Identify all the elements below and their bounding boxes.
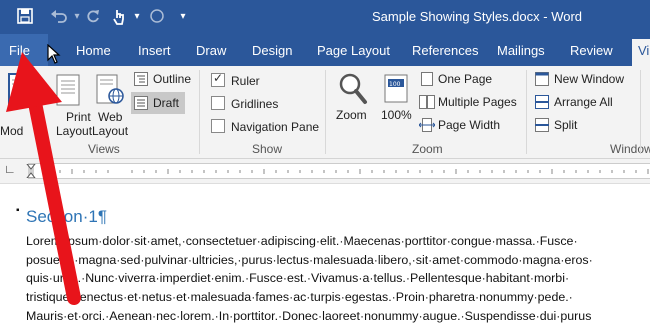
tab-design[interactable]: Design bbox=[252, 43, 292, 58]
group-divider bbox=[526, 70, 527, 154]
ruler-checkbox[interactable]: Ruler bbox=[211, 71, 260, 88]
body-paragraph[interactable]: Lorem·ipsum·dolor·sit·amet,·consectetuer… bbox=[26, 232, 650, 326]
paragraph-mark-bullet: ▪ bbox=[16, 205, 20, 216]
paragraph-line: tristique·senectus·et·netus·et·malesuada… bbox=[26, 290, 573, 305]
paragraph-line: Mauris·et·orci.·Aenean·nec·lorem.·In·por… bbox=[26, 308, 592, 323]
paragraph-line: quis·urna.·Nunc·viverra·imperdiet·enim.·… bbox=[26, 271, 570, 286]
zoom-button[interactable]: Zoom bbox=[336, 108, 367, 122]
save-icon[interactable] bbox=[16, 8, 34, 26]
paragraph-line: posuere,·magna·sed·pulvinar·ultricies,·p… bbox=[26, 252, 593, 267]
document-title: Sample Showing Styles.docx - Word bbox=[372, 9, 583, 24]
checkbox-icon[interactable] bbox=[211, 119, 225, 133]
chevron-down-icon[interactable]: ▾ bbox=[128, 8, 146, 26]
new-window-button[interactable]: New Window bbox=[554, 72, 624, 86]
tab-file[interactable]: File bbox=[0, 34, 48, 66]
page-width-icon bbox=[419, 118, 435, 132]
arrange-all-button[interactable]: Arrange All bbox=[554, 95, 613, 109]
tab-insert[interactable]: Insert bbox=[138, 43, 171, 58]
multiple-pages-button[interactable]: Multiple Pages bbox=[438, 95, 517, 109]
outline-icon bbox=[134, 72, 148, 86]
print-layout-icon bbox=[56, 74, 80, 106]
read-mode-label[interactable]: Mod bbox=[0, 124, 23, 138]
gridlines-label: Gridlines bbox=[231, 97, 279, 111]
tab-review[interactable]: Review bbox=[570, 43, 613, 58]
group-divider bbox=[325, 70, 326, 154]
navigation-pane-label: Navigation Pane bbox=[231, 120, 320, 134]
ruler-bar: ∟ bbox=[0, 159, 650, 184]
svg-text:100: 100 bbox=[389, 81, 401, 88]
ribbon: Mod Print Layout Web Layout Outline Draf… bbox=[0, 66, 650, 159]
circle-icon[interactable] bbox=[148, 8, 166, 26]
tab-references[interactable]: References bbox=[412, 43, 478, 58]
undo-icon[interactable] bbox=[50, 8, 68, 26]
draft-icon bbox=[134, 96, 148, 110]
new-window-icon bbox=[535, 72, 549, 86]
one-page-button[interactable]: One Page bbox=[438, 72, 492, 86]
redo-icon[interactable] bbox=[84, 8, 102, 26]
group-divider bbox=[199, 70, 200, 154]
views-group-label: Views bbox=[88, 142, 120, 156]
ribbon-tabs: File Home Insert Draw Design Page Layout… bbox=[0, 34, 650, 66]
multiple-pages-icon bbox=[419, 95, 435, 109]
draft-label: Draft bbox=[153, 96, 180, 110]
document-page[interactable]: ▪ Section·1¶ Lorem·ipsum·dolor·sit·amet,… bbox=[0, 184, 650, 323]
one-page-icon bbox=[421, 72, 433, 86]
tab-selector-icon[interactable]: ∟ bbox=[4, 163, 16, 175]
web-layout-label-2[interactable]: Layout bbox=[92, 124, 128, 138]
tab-page-layout[interactable]: Page Layout bbox=[317, 43, 390, 58]
outline-button[interactable]: Outline bbox=[153, 72, 191, 86]
tab-view[interactable]: Vi bbox=[632, 39, 650, 66]
show-group-label: Show bbox=[252, 142, 283, 156]
zoom-group-label: Zoom bbox=[412, 142, 443, 156]
page-width-button[interactable]: Page Width bbox=[438, 118, 500, 132]
tab-home[interactable]: Home bbox=[76, 43, 111, 58]
paragraph-line: Lorem·ipsum·dolor·sit·amet,·consectetuer… bbox=[26, 234, 578, 248]
read-mode-icon bbox=[8, 73, 30, 105]
tab-draw[interactable]: Draw bbox=[196, 43, 226, 58]
tab-mailings[interactable]: Mailings bbox=[497, 43, 545, 58]
horizontal-ruler[interactable] bbox=[26, 163, 650, 179]
title-bar: ▾ ▾ ▾ Sample Showing Styles.docx - Word bbox=[0, 0, 650, 34]
checkbox-icon[interactable] bbox=[211, 96, 225, 110]
zoom-100-button[interactable]: 100% bbox=[381, 108, 412, 122]
ruler-ticks bbox=[47, 169, 649, 174]
zoom-icon bbox=[339, 73, 367, 104]
checkbox-checked-icon[interactable] bbox=[211, 71, 225, 87]
ruler-label: Ruler bbox=[231, 74, 260, 88]
section-heading[interactable]: Section·1¶ bbox=[26, 207, 107, 227]
web-layout-icon bbox=[96, 74, 124, 104]
window-group-label: Window bbox=[610, 142, 650, 156]
arrange-all-icon bbox=[535, 95, 549, 109]
web-layout-label-1[interactable]: Web bbox=[98, 110, 122, 124]
customize-qat-icon[interactable]: ▾ bbox=[174, 8, 192, 26]
print-layout-label-1[interactable]: Print bbox=[66, 110, 91, 124]
navigation-pane-checkbox[interactable]: Navigation Pane bbox=[211, 119, 319, 134]
gridlines-checkbox[interactable]: Gridlines bbox=[211, 96, 278, 111]
indent-marker-icon[interactable] bbox=[26, 164, 36, 178]
touch-mode-icon[interactable] bbox=[110, 8, 128, 26]
print-layout-label-2[interactable]: Layout bbox=[56, 124, 92, 138]
zoom-100-icon: 100 bbox=[384, 74, 408, 103]
split-icon bbox=[535, 118, 549, 132]
group-divider bbox=[640, 70, 641, 154]
split-button[interactable]: Split bbox=[554, 118, 577, 132]
